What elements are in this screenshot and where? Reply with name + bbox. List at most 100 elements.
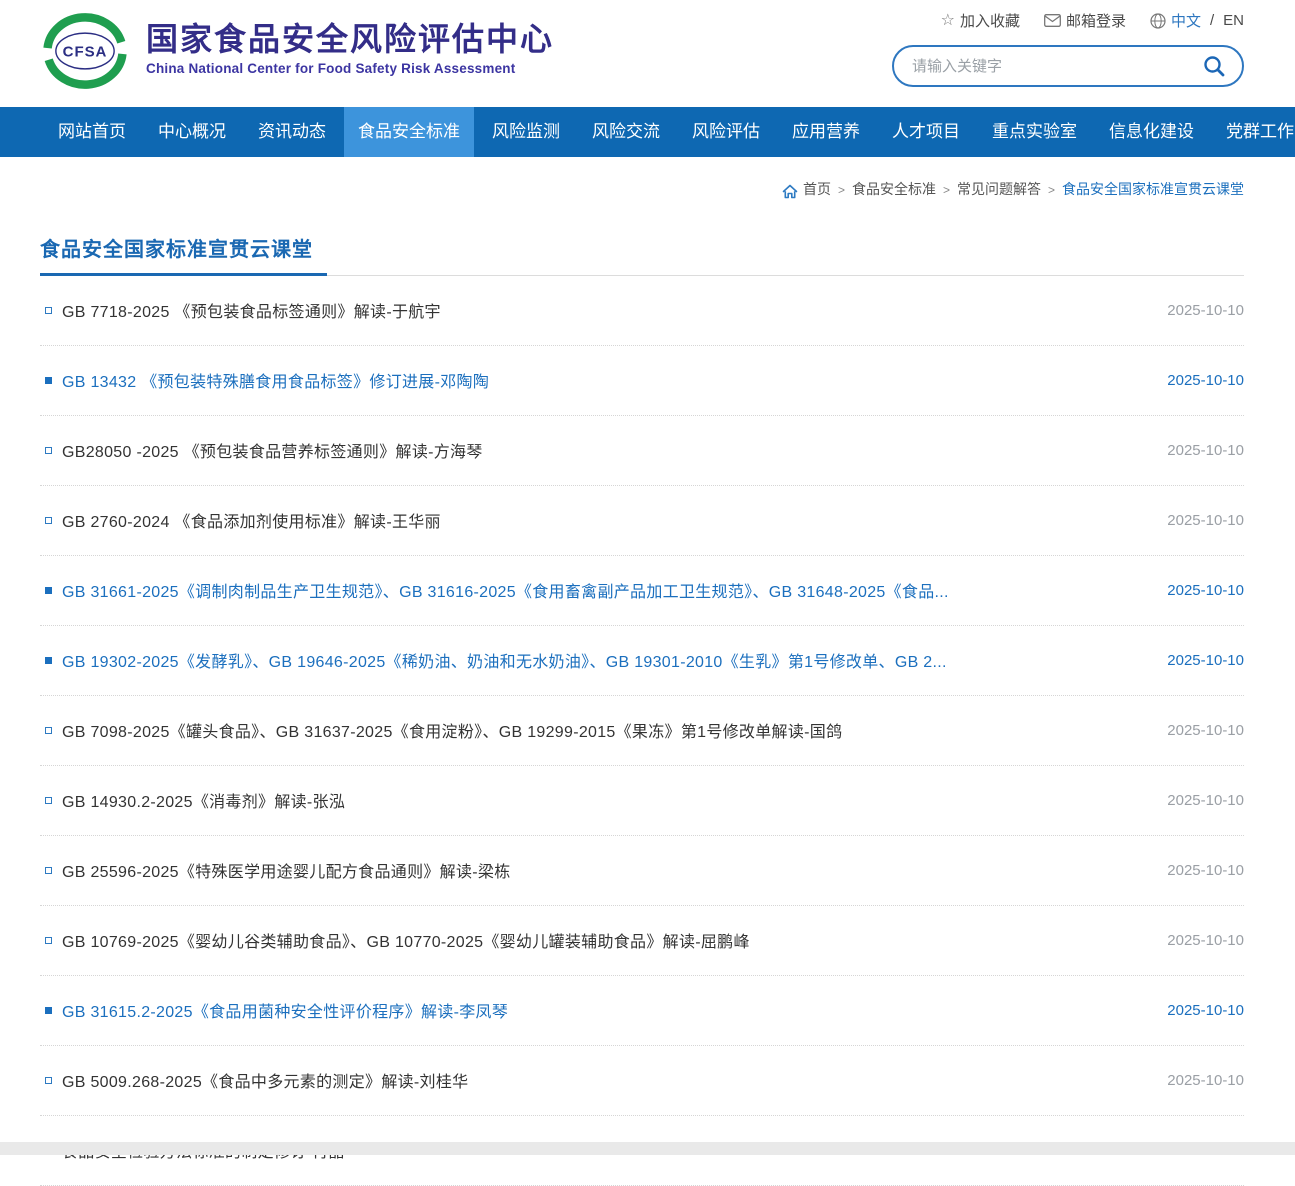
article-title-link[interactable]: GB 25596-2025《特殊医学用途婴儿配方食品通则》解读-梁栋	[62, 858, 1143, 882]
article-date: 2025-10-10	[1167, 512, 1244, 529]
square-bullet-icon	[45, 727, 52, 734]
article-title-link[interactable]: GB 13432 《预包装特殊膳食用食品标签》修订进展-邓陶陶	[62, 368, 1143, 392]
language-switch: 中文 / EN	[1150, 10, 1244, 31]
mail-icon	[1044, 14, 1061, 27]
site-logo: CFSA 国家食品安全风险评估中心 China National Center …	[38, 6, 554, 96]
list-item: GB 7098-2025《罐头食品》、GB 31637-2025《食用淀粉》、G…	[40, 696, 1244, 766]
article-date: 2025-10-10	[1167, 442, 1244, 459]
footer-band	[0, 1142, 1295, 1155]
square-bullet-icon	[45, 867, 52, 874]
cfsa-logo-icon: CFSA	[38, 6, 132, 96]
list-item: GB 19302-2025《发酵乳》、GB 19646-2025《稀奶油、奶油和…	[40, 626, 1244, 696]
site-title-block: 国家食品安全风险评估中心 China National Center for F…	[146, 6, 554, 76]
article-title-link[interactable]: GB 7718-2025 《预包装食品标签通则》解读-于航宇	[62, 298, 1143, 322]
nav-item-key-laboratory[interactable]: 重点实验室	[978, 107, 1091, 157]
list-item: GB 13432 《预包装特殊膳食用食品标签》修订进展-邓陶陶 2025-10-1…	[40, 346, 1244, 416]
search-button[interactable]	[1200, 52, 1228, 80]
search-box	[892, 45, 1244, 87]
article-title-link[interactable]: GB 2760-2024 《食品添加剂使用标准》解读-王华丽	[62, 508, 1143, 532]
list-item: GB28050 -2025 《预包装食品营养标签通则》解读-方海琴 2025-10…	[40, 416, 1244, 486]
lang-chinese-link[interactable]: 中文	[1171, 10, 1201, 31]
square-bullet-icon	[45, 307, 52, 314]
breadcrumb-food-safety-standards[interactable]: 食品安全标准	[852, 181, 936, 197]
nav-item-informatization[interactable]: 信息化建设	[1095, 107, 1208, 157]
header-right: ☆ 加入收藏 邮箱登录 中文 / EN	[892, 10, 1244, 87]
site-header: CFSA 国家食品安全风险评估中心 China National Center …	[0, 0, 1295, 107]
article-date: 2025-10-10	[1167, 1072, 1244, 1089]
nav-item-applied-nutrition[interactable]: 应用营养	[778, 107, 874, 157]
article-date: 2025-10-10	[1167, 792, 1244, 809]
add-favorite-label: 加入收藏	[960, 10, 1020, 31]
nav-item-risk-communication[interactable]: 风险交流	[578, 107, 674, 157]
list-item: GB 31615.2-2025《食品用菌种安全性评价程序》解读-李凤琴 2025-…	[40, 976, 1244, 1046]
article-title-link[interactable]: GB 31661-2025《调制肉制品生产卫生规范》、GB 31616-2025…	[62, 578, 1143, 602]
article-date: 2025-10-10	[1167, 862, 1244, 879]
add-favorite-link[interactable]: ☆ 加入收藏	[941, 10, 1020, 31]
mail-login-link[interactable]: 邮箱登录	[1044, 10, 1126, 31]
star-icon: ☆	[941, 13, 955, 29]
breadcrumb-separator: >	[1048, 183, 1055, 197]
nav-item-party-work[interactable]: 党群工作	[1212, 107, 1295, 157]
nav-item-risk-monitoring[interactable]: 风险监测	[478, 107, 574, 157]
search-input[interactable]	[912, 58, 1200, 75]
breadcrumb-items: 首页 > 食品安全标准 > 常见问题解答 > 食品安全国家标准宣贯云课堂	[803, 179, 1244, 199]
square-bullet-icon	[45, 447, 52, 454]
article-date: 2025-10-10	[1167, 372, 1244, 389]
search-icon	[1202, 54, 1226, 78]
breadcrumb-separator: >	[838, 183, 845, 197]
globe-icon	[1150, 13, 1166, 29]
lang-english-link[interactable]: EN	[1223, 12, 1244, 29]
article-title-link[interactable]: GB 5009.268-2025《食品中多元素的测定》解读-刘桂华	[62, 1068, 1143, 1092]
square-bullet-icon	[45, 517, 52, 524]
list-item: GB 25596-2025《特殊医学用途婴儿配方食品通则》解读-梁栋 2025-1…	[40, 836, 1244, 906]
nav-item-news[interactable]: 资讯动态	[244, 107, 340, 157]
article-date: 2025-10-10	[1167, 302, 1244, 319]
article-date: 2025-10-10	[1167, 1002, 1244, 1019]
page-title-rule: 食品安全国家标准宣贯云课堂	[40, 233, 1244, 276]
list-item: GB 2760-2024 《食品添加剂使用标准》解读-王华丽 2025-10-10	[40, 486, 1244, 556]
article-title-link[interactable]: GB 31615.2-2025《食品用菌种安全性评价程序》解读-李凤琴	[62, 998, 1143, 1022]
breadcrumb-home[interactable]: 首页	[803, 181, 831, 197]
list-item: GB 5009.268-2025《食品中多元素的测定》解读-刘桂华 2025-10…	[40, 1046, 1244, 1116]
main-nav: 网站首页中心概况资讯动态食品安全标准风险监测风险交流风险评估应用营养人才项目重点…	[0, 107, 1295, 157]
square-bullet-icon	[45, 657, 52, 664]
page-title: 食品安全国家标准宣贯云课堂	[40, 233, 327, 276]
article-date: 2025-10-10	[1167, 722, 1244, 739]
list-item: GB 14930.2-2025《消毒剂》解读-张泓 2025-10-10	[40, 766, 1244, 836]
article-title-link[interactable]: GB28050 -2025 《预包装食品营养标签通则》解读-方海琴	[62, 438, 1143, 462]
breadcrumb: 首页 > 食品安全标准 > 常见问题解答 > 食品安全国家标准宣贯云课堂	[0, 157, 1295, 213]
home-icon	[782, 184, 798, 199]
square-bullet-icon	[45, 1077, 52, 1084]
logo-acronym: CFSA	[63, 44, 108, 61]
article-date: 2025-10-10	[1167, 582, 1244, 599]
main-content: 食品安全国家标准宣贯云课堂 GB 7718-2025 《预包装食品标签通则》解读…	[40, 233, 1244, 1186]
nav-item-risk-assessment[interactable]: 风险评估	[678, 107, 774, 157]
square-bullet-icon	[45, 1007, 52, 1014]
list-item: GB 31661-2025《调制肉制品生产卫生规范》、GB 31616-2025…	[40, 556, 1244, 626]
breadcrumb-separator: >	[943, 183, 950, 197]
site-title-en: China National Center for Food Safety Ri…	[146, 61, 554, 76]
breadcrumb-cloud-classroom[interactable]: 食品安全国家标准宣贯云课堂	[1062, 181, 1244, 197]
list-item: GB 10769-2025《婴幼儿谷类辅助食品》、GB 10770-2025《婴…	[40, 906, 1244, 976]
lang-separator: /	[1210, 12, 1214, 29]
site-title-cn: 国家食品安全风险评估中心	[146, 22, 554, 57]
square-bullet-icon	[45, 377, 52, 384]
square-bullet-icon	[45, 937, 52, 944]
article-title-link[interactable]: GB 14930.2-2025《消毒剂》解读-张泓	[62, 788, 1143, 812]
nav-item-food-safety-standards[interactable]: 食品安全标准	[344, 107, 474, 157]
square-bullet-icon	[45, 587, 52, 594]
nav-item-talent-programs[interactable]: 人才项目	[878, 107, 974, 157]
mail-login-label: 邮箱登录	[1066, 10, 1126, 31]
square-bullet-icon	[45, 797, 52, 804]
top-links: ☆ 加入收藏 邮箱登录 中文 / EN	[892, 10, 1244, 31]
list-item: GB 7718-2025 《预包装食品标签通则》解读-于航宇 2025-10-10	[40, 276, 1244, 346]
article-date: 2025-10-10	[1167, 932, 1244, 949]
nav-item-home[interactable]: 网站首页	[44, 107, 140, 157]
article-date: 2025-10-10	[1167, 652, 1244, 669]
article-title-link[interactable]: GB 19302-2025《发酵乳》、GB 19646-2025《稀奶油、奶油和…	[62, 648, 1143, 672]
breadcrumb-faq[interactable]: 常见问题解答	[957, 181, 1041, 197]
article-title-link[interactable]: GB 10769-2025《婴幼儿谷类辅助食品》、GB 10770-2025《婴…	[62, 928, 1143, 952]
article-title-link[interactable]: GB 7098-2025《罐头食品》、GB 31637-2025《食用淀粉》、G…	[62, 718, 1143, 742]
article-list: GB 7718-2025 《预包装食品标签通则》解读-于航宇 2025-10-10…	[40, 276, 1244, 1186]
nav-item-about-center[interactable]: 中心概况	[144, 107, 240, 157]
